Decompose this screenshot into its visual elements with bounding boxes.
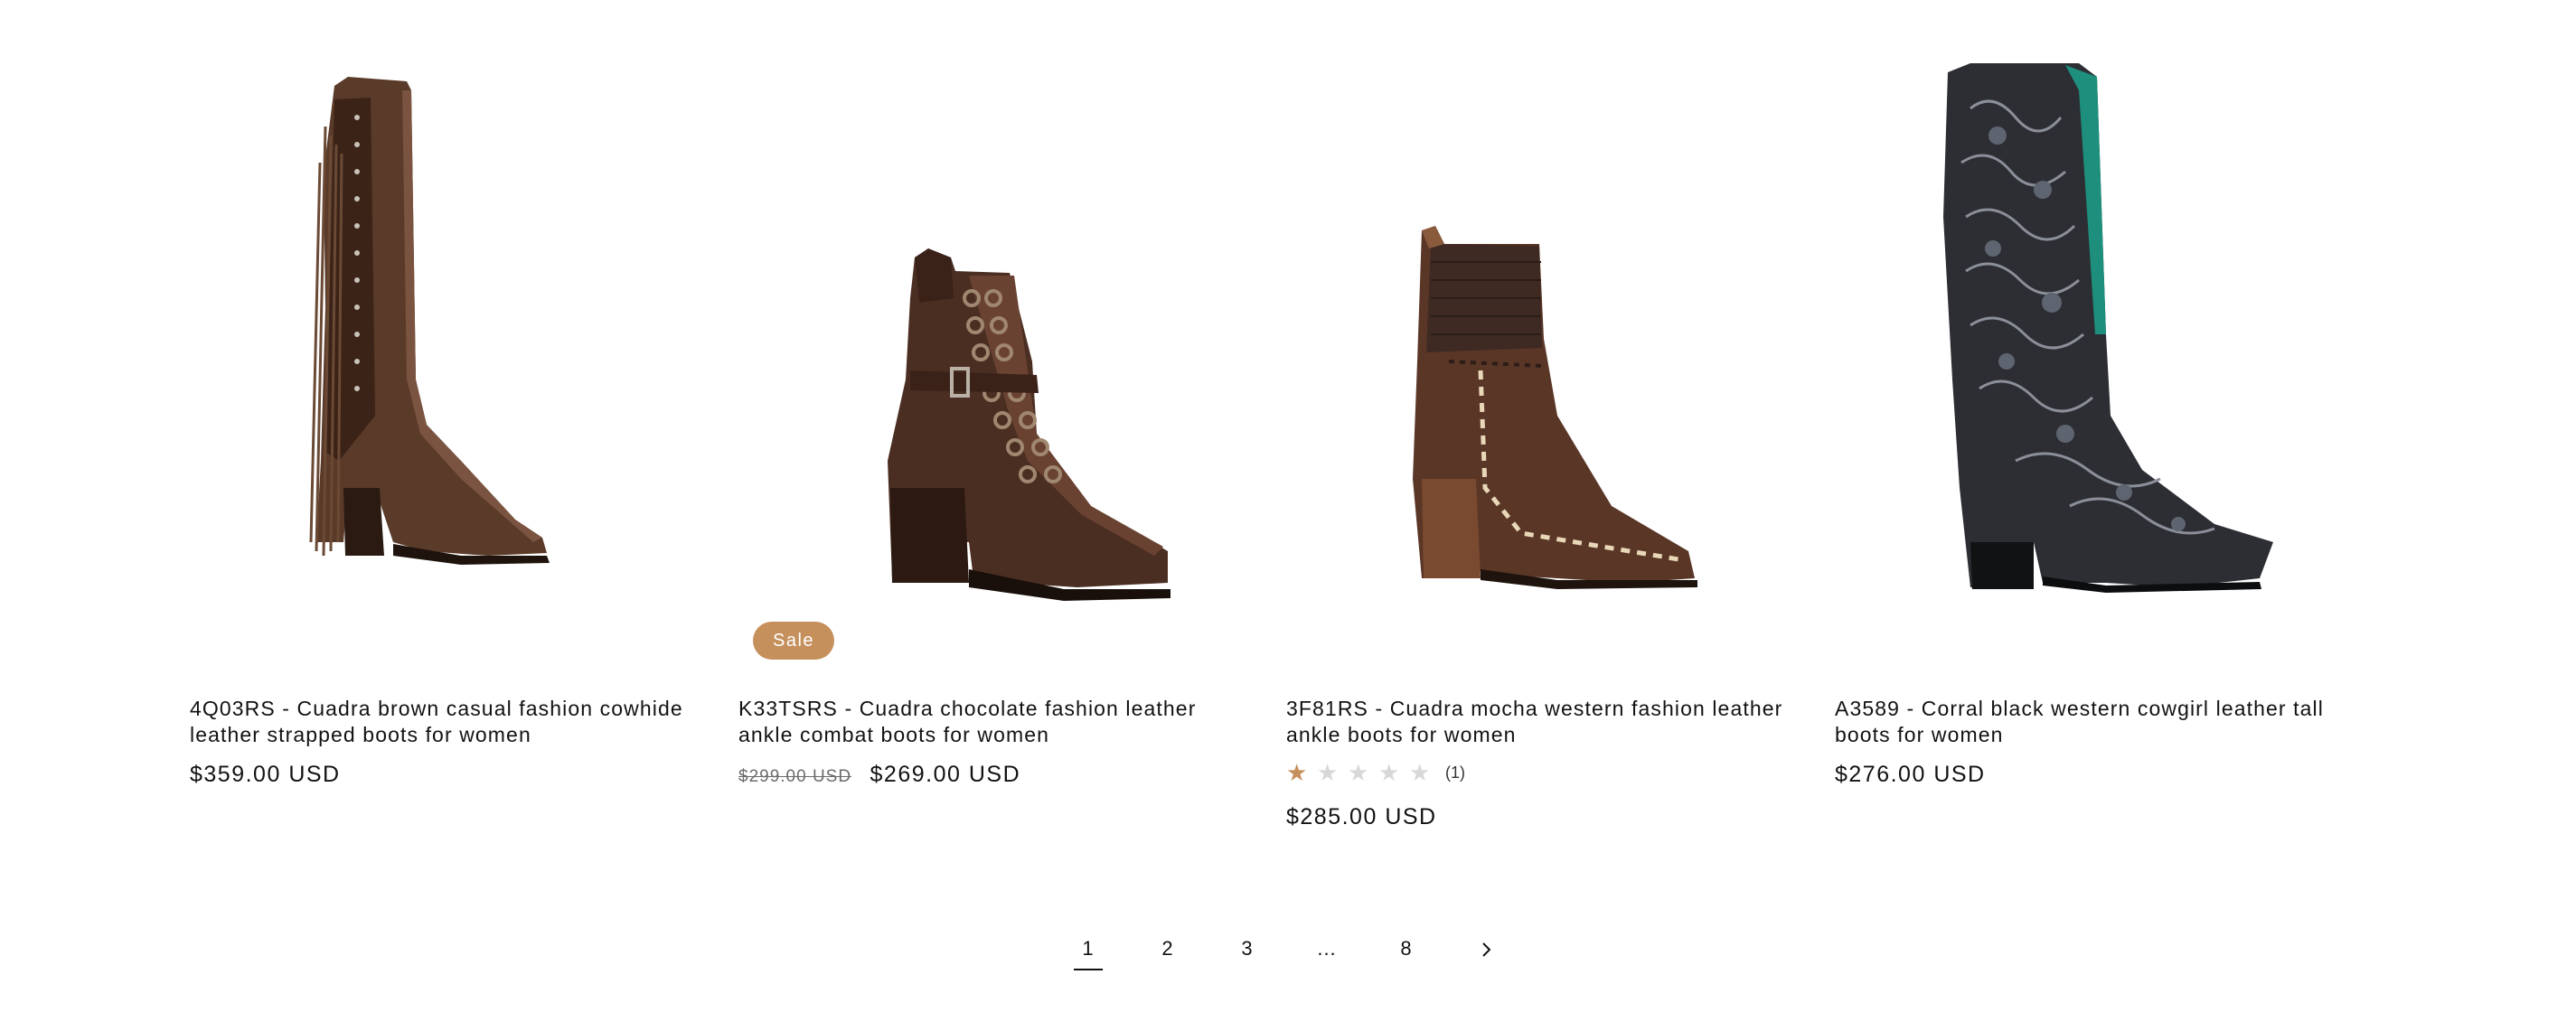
price-row: $276.00 USD xyxy=(1835,762,1986,788)
star-filled-icon: ★ xyxy=(1286,759,1308,786)
star-empty-icon: ★ xyxy=(1378,759,1400,786)
product-price: $276.00 USD xyxy=(1835,762,1986,787)
product-rating: ★ ★ ★ ★ ★ (1) xyxy=(1286,757,1465,788)
product-grid: 4Q03RS - Cuadra brown casual fashion cow… xyxy=(190,0,2386,849)
compare-at-price: $299.00 USD xyxy=(738,767,852,786)
product-title[interactable]: A3589 - Corral black western cowgirl lea… xyxy=(1835,696,2341,748)
product-title[interactable]: 3F81RS - Cuadra mocha western fashion le… xyxy=(1286,696,1792,748)
chevron-right-icon xyxy=(1482,942,1491,957)
pagination: 1 2 3 ... 8 xyxy=(1048,922,1526,976)
product-image[interactable] xyxy=(1835,36,2359,660)
page-link-current[interactable]: 1 xyxy=(1048,922,1128,976)
chocolate-lace-up-ankle-boot-image xyxy=(888,248,1170,601)
product-card[interactable]: 4Q03RS - Cuadra brown casual fashion cow… xyxy=(190,0,714,849)
mocha-western-ankle-boot-image xyxy=(1413,226,1697,589)
rating-count: (1) xyxy=(1445,763,1465,782)
black-inlay-cowgirl-boot-image xyxy=(1943,63,2273,593)
star-empty-icon: ★ xyxy=(1348,759,1369,786)
brown-fringe-tall-boot-image xyxy=(309,77,550,565)
star-empty-icon: ★ xyxy=(1409,759,1431,786)
product-title[interactable]: K33TSRS - Cuadra chocolate fashion leath… xyxy=(738,696,1245,748)
product-price: $269.00 USD xyxy=(870,762,1021,787)
product-card[interactable]: A3589 - Corral black western cowgirl lea… xyxy=(1835,0,2359,849)
product-card[interactable]: 3F81RS - Cuadra mocha western fashion le… xyxy=(1286,0,1810,849)
price-row: $285.00 USD xyxy=(1286,804,1437,830)
product-image[interactable] xyxy=(1286,36,1810,660)
sale-badge: Sale xyxy=(753,622,835,660)
product-card[interactable]: Sale K33TSRS - Cuadra chocolate fashion … xyxy=(738,0,1263,849)
page-link[interactable]: 8 xyxy=(1367,922,1446,976)
product-title[interactable]: 4Q03RS - Cuadra brown casual fashion cow… xyxy=(190,696,696,748)
star-empty-icon: ★ xyxy=(1317,759,1339,786)
product-image[interactable] xyxy=(190,36,714,660)
next-page-button[interactable] xyxy=(1446,922,1526,976)
product-image[interactable]: Sale xyxy=(738,36,1263,660)
product-price: $359.00 USD xyxy=(190,762,341,787)
product-price: $285.00 USD xyxy=(1286,804,1437,829)
page-ellipsis: ... xyxy=(1317,937,1337,960)
price-row: $299.00 USD $269.00 USD xyxy=(738,762,1020,788)
page-link[interactable]: 3 xyxy=(1208,922,1287,976)
price-row: $359.00 USD xyxy=(190,762,341,788)
page-link[interactable]: 2 xyxy=(1128,922,1208,976)
